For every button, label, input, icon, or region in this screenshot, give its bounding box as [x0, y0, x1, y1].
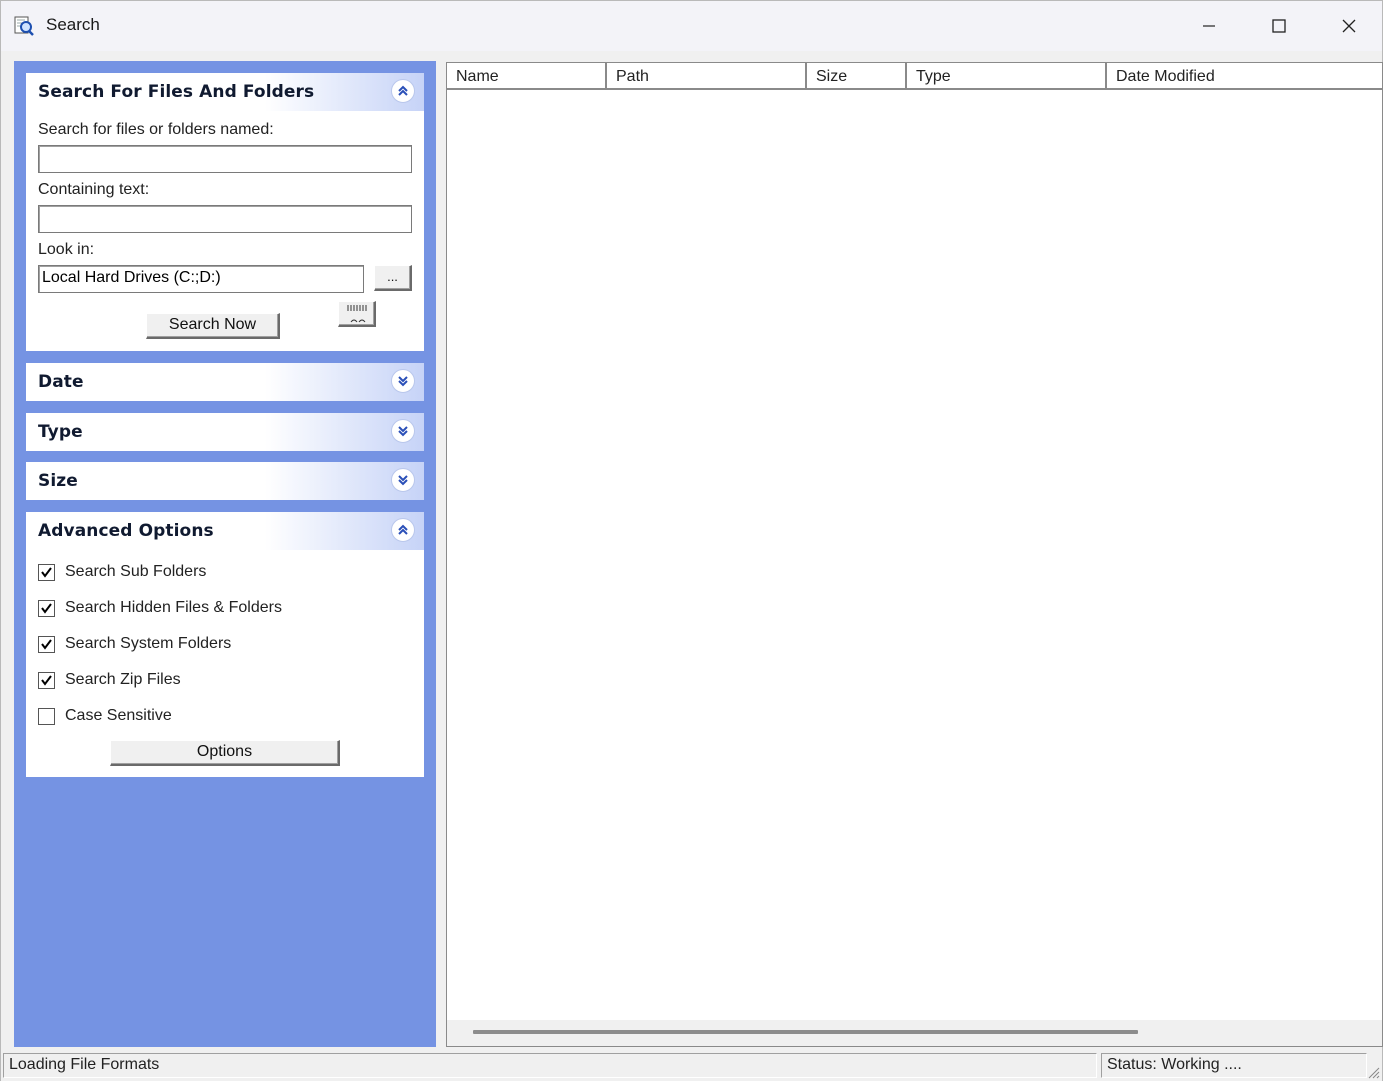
resize-grip-icon[interactable] — [1366, 1065, 1380, 1079]
date-group-title: Date — [38, 372, 84, 392]
title-bar[interactable]: Search — [1, 1, 1382, 51]
advanced-options-group: Advanced Options Search Sub Folders Sear… — [26, 512, 424, 777]
search-options-panel: Search For Files And Folders Search for … — [14, 61, 436, 1047]
name-label: Search for files or folders named: — [38, 121, 274, 138]
status-working: Status: Working .... — [1101, 1053, 1367, 1078]
checkmark-icon — [41, 602, 52, 614]
size-group-title: Size — [38, 471, 78, 491]
window-title: Search — [46, 15, 100, 34]
option-search-system-folders[interactable]: Search System Folders — [38, 634, 231, 654]
browse-button[interactable]: ... — [374, 265, 412, 291]
close-icon — [1342, 19, 1356, 33]
advanced-group-title: Advanced Options — [38, 521, 214, 541]
type-group: Type — [26, 413, 424, 451]
column-header-type[interactable]: Type — [907, 63, 1107, 90]
lookin-label: Look in: — [38, 241, 95, 258]
search-group-header[interactable]: Search For Files And Folders — [26, 73, 424, 111]
checkmark-icon — [41, 566, 52, 578]
option-search-sub-folders[interactable]: Search Sub Folders — [38, 562, 206, 582]
date-group: Date — [26, 363, 424, 401]
search-now-button[interactable]: Search Now — [146, 313, 280, 339]
results-list[interactable]: Name Path Size Type Date Modified — [446, 62, 1383, 1047]
close-button[interactable] — [1314, 1, 1383, 51]
horizontal-scrollbar[interactable] — [447, 1020, 1382, 1046]
checkbox[interactable] — [38, 707, 55, 725]
size-group-header[interactable]: Size — [26, 462, 424, 500]
expand-chevron-icon[interactable] — [391, 369, 415, 393]
expand-chevron-icon[interactable] — [391, 419, 415, 443]
lookin-input[interactable]: Local Hard Drives (C:;D:) — [38, 265, 364, 293]
option-search-zip-files[interactable]: Search Zip Files — [38, 670, 181, 690]
status-message: Loading File Formats — [3, 1053, 1097, 1078]
checkbox[interactable] — [38, 671, 55, 689]
option-label: Search Sub Folders — [65, 563, 207, 580]
search-group: Search For Files And Folders Search for … — [26, 73, 424, 351]
minimize-icon — [1203, 25, 1215, 27]
option-label: Search Zip Files — [65, 671, 181, 688]
type-group-title: Type — [38, 422, 83, 442]
text-label: Containing text: — [38, 181, 150, 198]
search-group-title: Search For Files And Folders — [38, 82, 315, 102]
checkbox[interactable] — [38, 599, 55, 617]
column-header-name[interactable]: Name — [447, 63, 607, 90]
striped-icon — [347, 305, 366, 323]
size-group: Size — [26, 462, 424, 500]
maximize-button[interactable] — [1244, 1, 1314, 51]
search-magnifier-icon — [13, 15, 35, 37]
maximize-icon — [1272, 19, 1286, 33]
advanced-group-header[interactable]: Advanced Options — [26, 512, 424, 550]
collapse-chevron-icon[interactable] — [391, 518, 415, 542]
date-group-header[interactable]: Date — [26, 363, 424, 401]
checkmark-icon — [41, 674, 52, 686]
small-toolbar-button[interactable] — [338, 301, 376, 327]
column-header-date-modified[interactable]: Date Modified — [1107, 63, 1382, 90]
checkbox[interactable] — [38, 635, 55, 653]
option-label: Search System Folders — [65, 635, 232, 652]
minimize-button[interactable] — [1174, 1, 1244, 51]
checkbox[interactable] — [38, 563, 55, 581]
search-window: Search Search For Files And Folders Sear… — [0, 0, 1383, 1081]
expand-chevron-icon[interactable] — [391, 468, 415, 492]
checkmark-icon — [41, 638, 52, 650]
scrollbar-thumb[interactable] — [473, 1030, 1138, 1034]
options-button[interactable]: Options — [110, 740, 340, 766]
containing-text-input[interactable] — [38, 205, 412, 233]
option-case-sensitive[interactable]: Case Sensitive — [38, 706, 172, 726]
option-search-hidden[interactable]: Search Hidden Files & Folders — [38, 598, 282, 618]
option-label: Case Sensitive — [65, 707, 172, 724]
type-group-header[interactable]: Type — [26, 413, 424, 451]
status-bar: Loading File Formats Status: Working ...… — [1, 1050, 1382, 1081]
collapse-chevron-icon[interactable] — [391, 79, 415, 103]
column-header-path[interactable]: Path — [607, 63, 807, 90]
name-input[interactable] — [38, 145, 412, 173]
option-label: Search Hidden Files & Folders — [65, 599, 282, 616]
column-header-size[interactable]: Size — [807, 63, 907, 90]
